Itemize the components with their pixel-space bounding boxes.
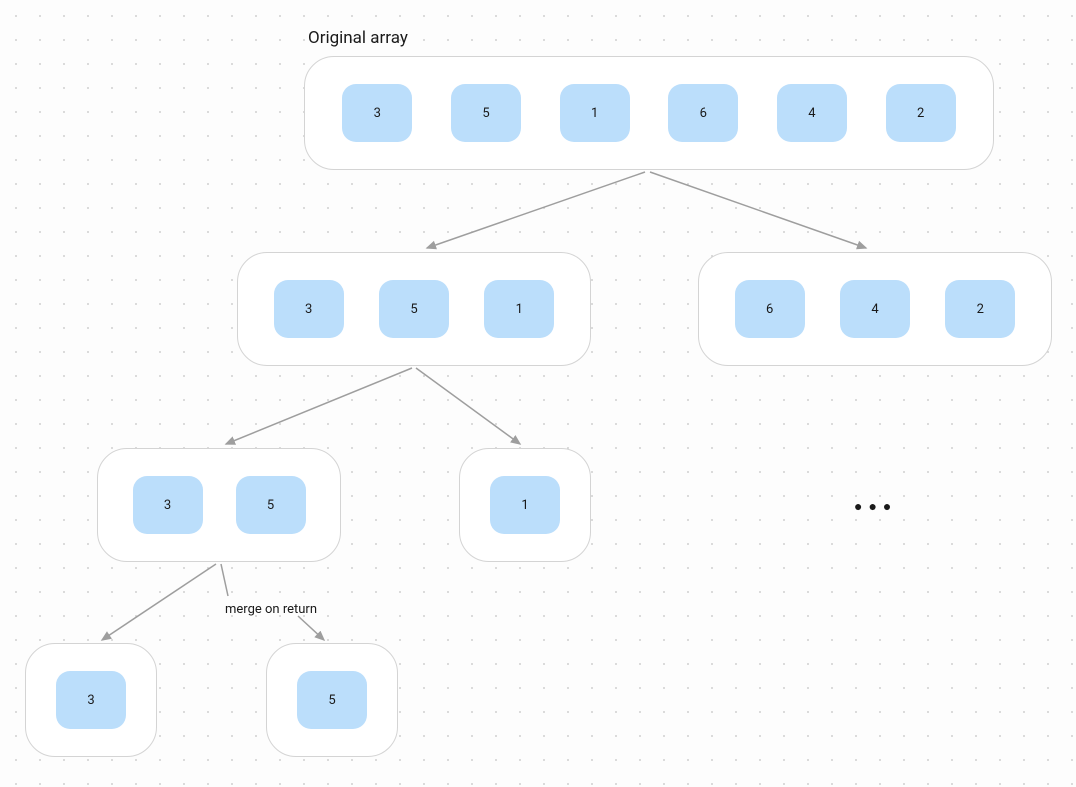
cell: 5 (236, 476, 306, 534)
diagram-title: Original array (308, 28, 408, 48)
ellipsis: ●●● (854, 498, 897, 515)
array-left-3: 3 (25, 643, 157, 757)
cell: 2 (945, 280, 1015, 338)
cell: 1 (490, 476, 560, 534)
merge-label: merge on return (225, 602, 317, 617)
array-right-3: 5 (266, 643, 398, 757)
cell: 5 (379, 280, 449, 338)
cell: 4 (777, 84, 847, 142)
cell: 3 (133, 476, 203, 534)
array-left-1: 3 5 1 (237, 252, 591, 366)
array-root: 3 5 1 6 4 2 (304, 56, 994, 170)
cell: 6 (668, 84, 738, 142)
cell: 6 (735, 280, 805, 338)
array-right-1: 6 4 2 (698, 252, 1052, 366)
cell: 3 (342, 84, 412, 142)
array-left-2: 3 5 (97, 448, 341, 562)
cell: 5 (297, 671, 367, 729)
cell: 1 (484, 280, 554, 338)
cell: 2 (886, 84, 956, 142)
cell: 4 (840, 280, 910, 338)
cell: 5 (451, 84, 521, 142)
array-right-2: 1 (459, 448, 591, 562)
cell: 3 (56, 671, 126, 729)
cell: 3 (274, 280, 344, 338)
cell: 1 (560, 84, 630, 142)
